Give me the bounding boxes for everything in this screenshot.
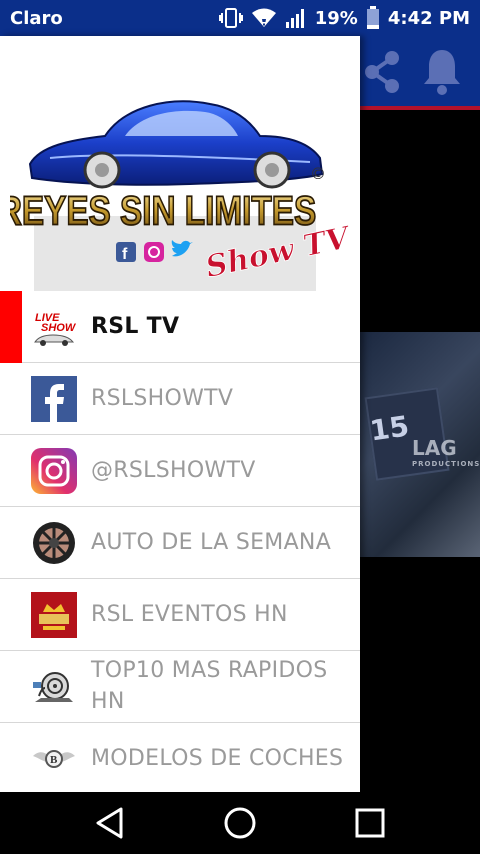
crown-badge-icon xyxy=(31,592,77,638)
logo-title-text: REYES SIN LIMITES xyxy=(10,187,316,233)
navigation-drawer: REYES SIN LIMITES © Show TV f LIVE SHOW xyxy=(0,36,360,792)
logo-registered: © xyxy=(310,164,326,183)
clock: 4:42 PM xyxy=(387,7,470,29)
turbo-snail-icon xyxy=(31,664,77,710)
menu-item-modelos-de-coches[interactable]: B MODELOS DE COCHES xyxy=(0,723,360,792)
wheel-icon xyxy=(31,520,77,566)
video-thumbnail[interactable]: 15 LAG PRODUCTIONS xyxy=(360,332,480,557)
share-icon[interactable] xyxy=(362,46,402,98)
drawer-menu: LIVE SHOW RSL TV RSLSHOWTV @RSLSHOWTV AU… xyxy=(0,291,360,792)
menu-item-rsl-eventos-hn[interactable]: RSL EVENTOS HN xyxy=(0,579,360,651)
car-number: 15 xyxy=(367,409,412,448)
live-show-icon: LIVE SHOW xyxy=(31,304,77,350)
svg-text:SHOW: SHOW xyxy=(41,322,77,334)
menu-item-rsl-tv[interactable]: LIVE SHOW RSL TV xyxy=(0,291,360,363)
menu-item-label: MODELOS DE COCHES xyxy=(91,746,344,771)
instagram-icon xyxy=(31,448,77,494)
menu-item-label: AUTO DE LA SEMANA xyxy=(91,530,332,555)
active-indicator xyxy=(0,291,22,363)
video-watermark: LAG PRODUCTIONS xyxy=(412,436,480,468)
drawer-header: REYES SIN LIMITES © Show TV f xyxy=(0,36,360,291)
logo-instagram-icon xyxy=(144,242,164,262)
back-icon[interactable] xyxy=(93,806,127,840)
signal-icon xyxy=(285,9,304,28)
system-navigation-bar xyxy=(0,792,480,854)
menu-item-top10-mas-rapidos-hn[interactable]: TOP10 MAS RAPIDOS HN xyxy=(0,651,360,723)
carrier-name: Claro xyxy=(10,7,63,29)
menu-item-auto-de-la-semana[interactable]: AUTO DE LA SEMANA xyxy=(0,507,360,579)
logo-twitter-icon xyxy=(171,240,193,257)
watermark-subtext: PRODUCTIONS xyxy=(412,460,480,468)
battery-percent: 19% xyxy=(314,7,358,29)
status-bar: Claro 19% 4:42 PM xyxy=(0,0,480,36)
vibrate-icon xyxy=(218,8,243,28)
facebook-icon xyxy=(31,376,77,422)
rsl-show-tv-logo: REYES SIN LIMITES © Show TV f xyxy=(10,100,355,285)
bell-icon[interactable] xyxy=(420,46,464,98)
menu-item-label: RSL TV xyxy=(91,314,180,339)
wifi-icon xyxy=(251,8,276,27)
svg-text:f: f xyxy=(122,246,128,263)
recents-icon[interactable] xyxy=(353,806,387,840)
svg-text:B: B xyxy=(50,754,58,766)
watermark-text: LAG xyxy=(412,436,457,460)
menu-item-instagram[interactable]: @RSLSHOWTV xyxy=(0,435,360,507)
status-icons: 19% 4:42 PM xyxy=(218,6,470,30)
menu-item-label: RSL EVENTOS HN xyxy=(91,602,288,627)
menu-item-label: TOP10 MAS RAPIDOS HN xyxy=(91,658,328,714)
bentley-logo-icon: B xyxy=(31,736,77,782)
battery-icon xyxy=(366,6,379,29)
menu-item-label: RSLSHOWTV xyxy=(91,386,234,411)
menu-item-label: @RSLSHOWTV xyxy=(91,458,256,483)
home-icon[interactable] xyxy=(223,806,257,840)
menu-item-facebook[interactable]: RSLSHOWTV xyxy=(0,363,360,435)
